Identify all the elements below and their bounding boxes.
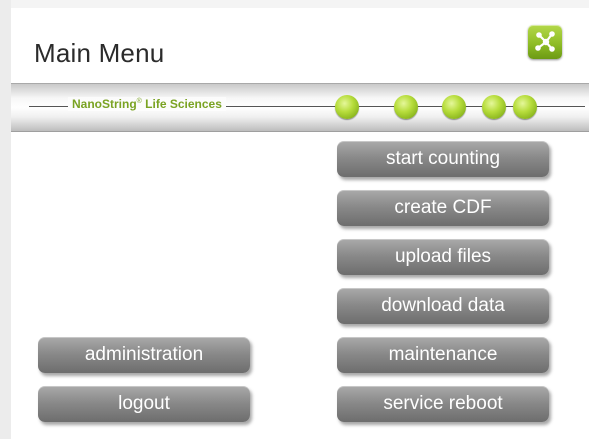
status-dot-4: [482, 95, 506, 119]
network-nodes-icon[interactable]: [528, 25, 562, 59]
status-dot-2: [394, 95, 418, 119]
status-dot-1: [335, 95, 359, 119]
brand-name: NanoString® Life Sciences: [68, 97, 226, 111]
logout-button[interactable]: logout: [38, 386, 250, 422]
window-left-edge: [0, 0, 11, 439]
brand-text: NanoString: [72, 97, 137, 111]
service-reboot-button[interactable]: service reboot: [337, 386, 549, 422]
administration-button[interactable]: administration: [38, 337, 250, 373]
status-dot-3: [442, 95, 466, 119]
page-title: Main Menu: [34, 38, 165, 68]
maintenance-button[interactable]: maintenance: [337, 337, 549, 373]
start-counting-button[interactable]: start counting: [337, 141, 549, 177]
create-cdf-button[interactable]: create CDF: [337, 190, 549, 226]
brand-suffix: Life Sciences: [141, 97, 222, 111]
window-top-edge: [0, 0, 589, 8]
brand-banner: NanoString® Life Sciences: [11, 83, 589, 132]
upload-files-button[interactable]: upload files: [337, 239, 549, 275]
status-dot-5: [513, 95, 537, 119]
download-data-button[interactable]: download data: [337, 288, 549, 324]
